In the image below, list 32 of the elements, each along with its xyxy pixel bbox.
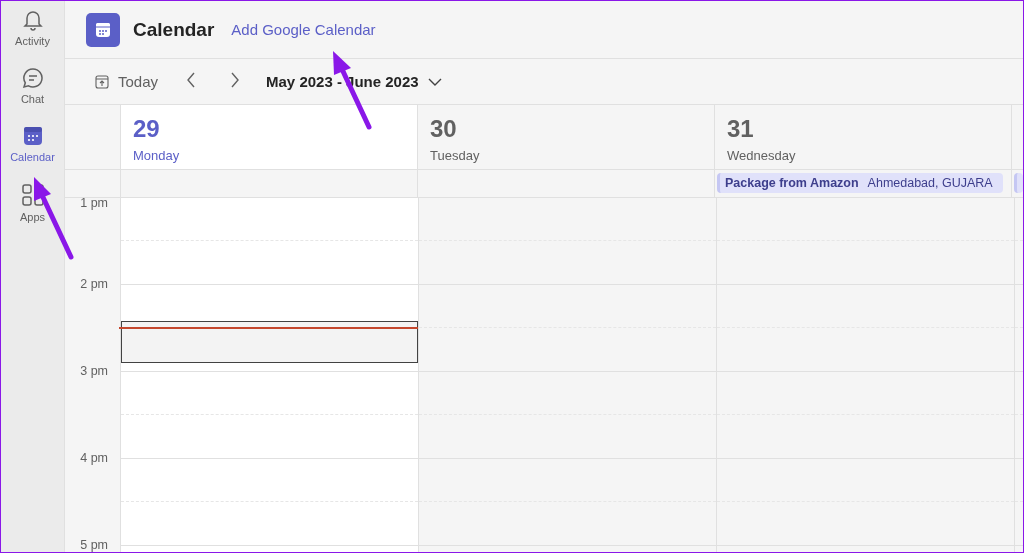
today-icon xyxy=(95,74,109,89)
hour-label: 3 pm xyxy=(80,364,108,378)
weekday-label: Wednesday xyxy=(727,148,797,163)
selected-time-slot[interactable] xyxy=(121,321,418,363)
today-button[interactable]: Today xyxy=(95,73,167,90)
event-chip[interactable] xyxy=(1014,173,1023,193)
caret-icon xyxy=(427,77,442,86)
weekday-label: Tuesday xyxy=(430,148,481,163)
day-number: 30 xyxy=(430,115,458,143)
calendar-icon xyxy=(86,12,120,47)
sidebar-item[interactable]: Apps xyxy=(2,181,63,227)
hour-label: 4 pm xyxy=(80,451,108,465)
day-number: 31 xyxy=(727,115,755,143)
chevron-right-icon xyxy=(230,72,241,88)
sidebar-item[interactable]: Calendar xyxy=(2,123,63,169)
hour-label: 5 pm xyxy=(80,538,108,552)
calendar-icon xyxy=(21,125,44,147)
event-chip[interactable]: Package from Amazon Ahmedabad, GUJARA xyxy=(717,173,1003,193)
sidebar-item[interactable]: Activity xyxy=(2,7,63,53)
add-calendar-link[interactable]: Add Google Calendar xyxy=(231,21,376,38)
day-number: 29 xyxy=(133,115,161,143)
hour-label: 2 pm xyxy=(80,277,108,291)
weekday-label: Monday xyxy=(133,148,181,163)
sidebar-item[interactable]: Chat xyxy=(2,65,63,111)
bell-icon xyxy=(21,9,44,31)
chevron-left-icon xyxy=(186,72,197,88)
hour-label: 1 pm xyxy=(80,198,108,210)
event-location: Ahmedabad, GUJARA xyxy=(867,176,993,190)
event-title: Package from Amazon xyxy=(725,176,859,190)
page-title: Calendar xyxy=(133,18,215,41)
chat-icon xyxy=(21,67,44,89)
apps-icon xyxy=(20,183,45,207)
